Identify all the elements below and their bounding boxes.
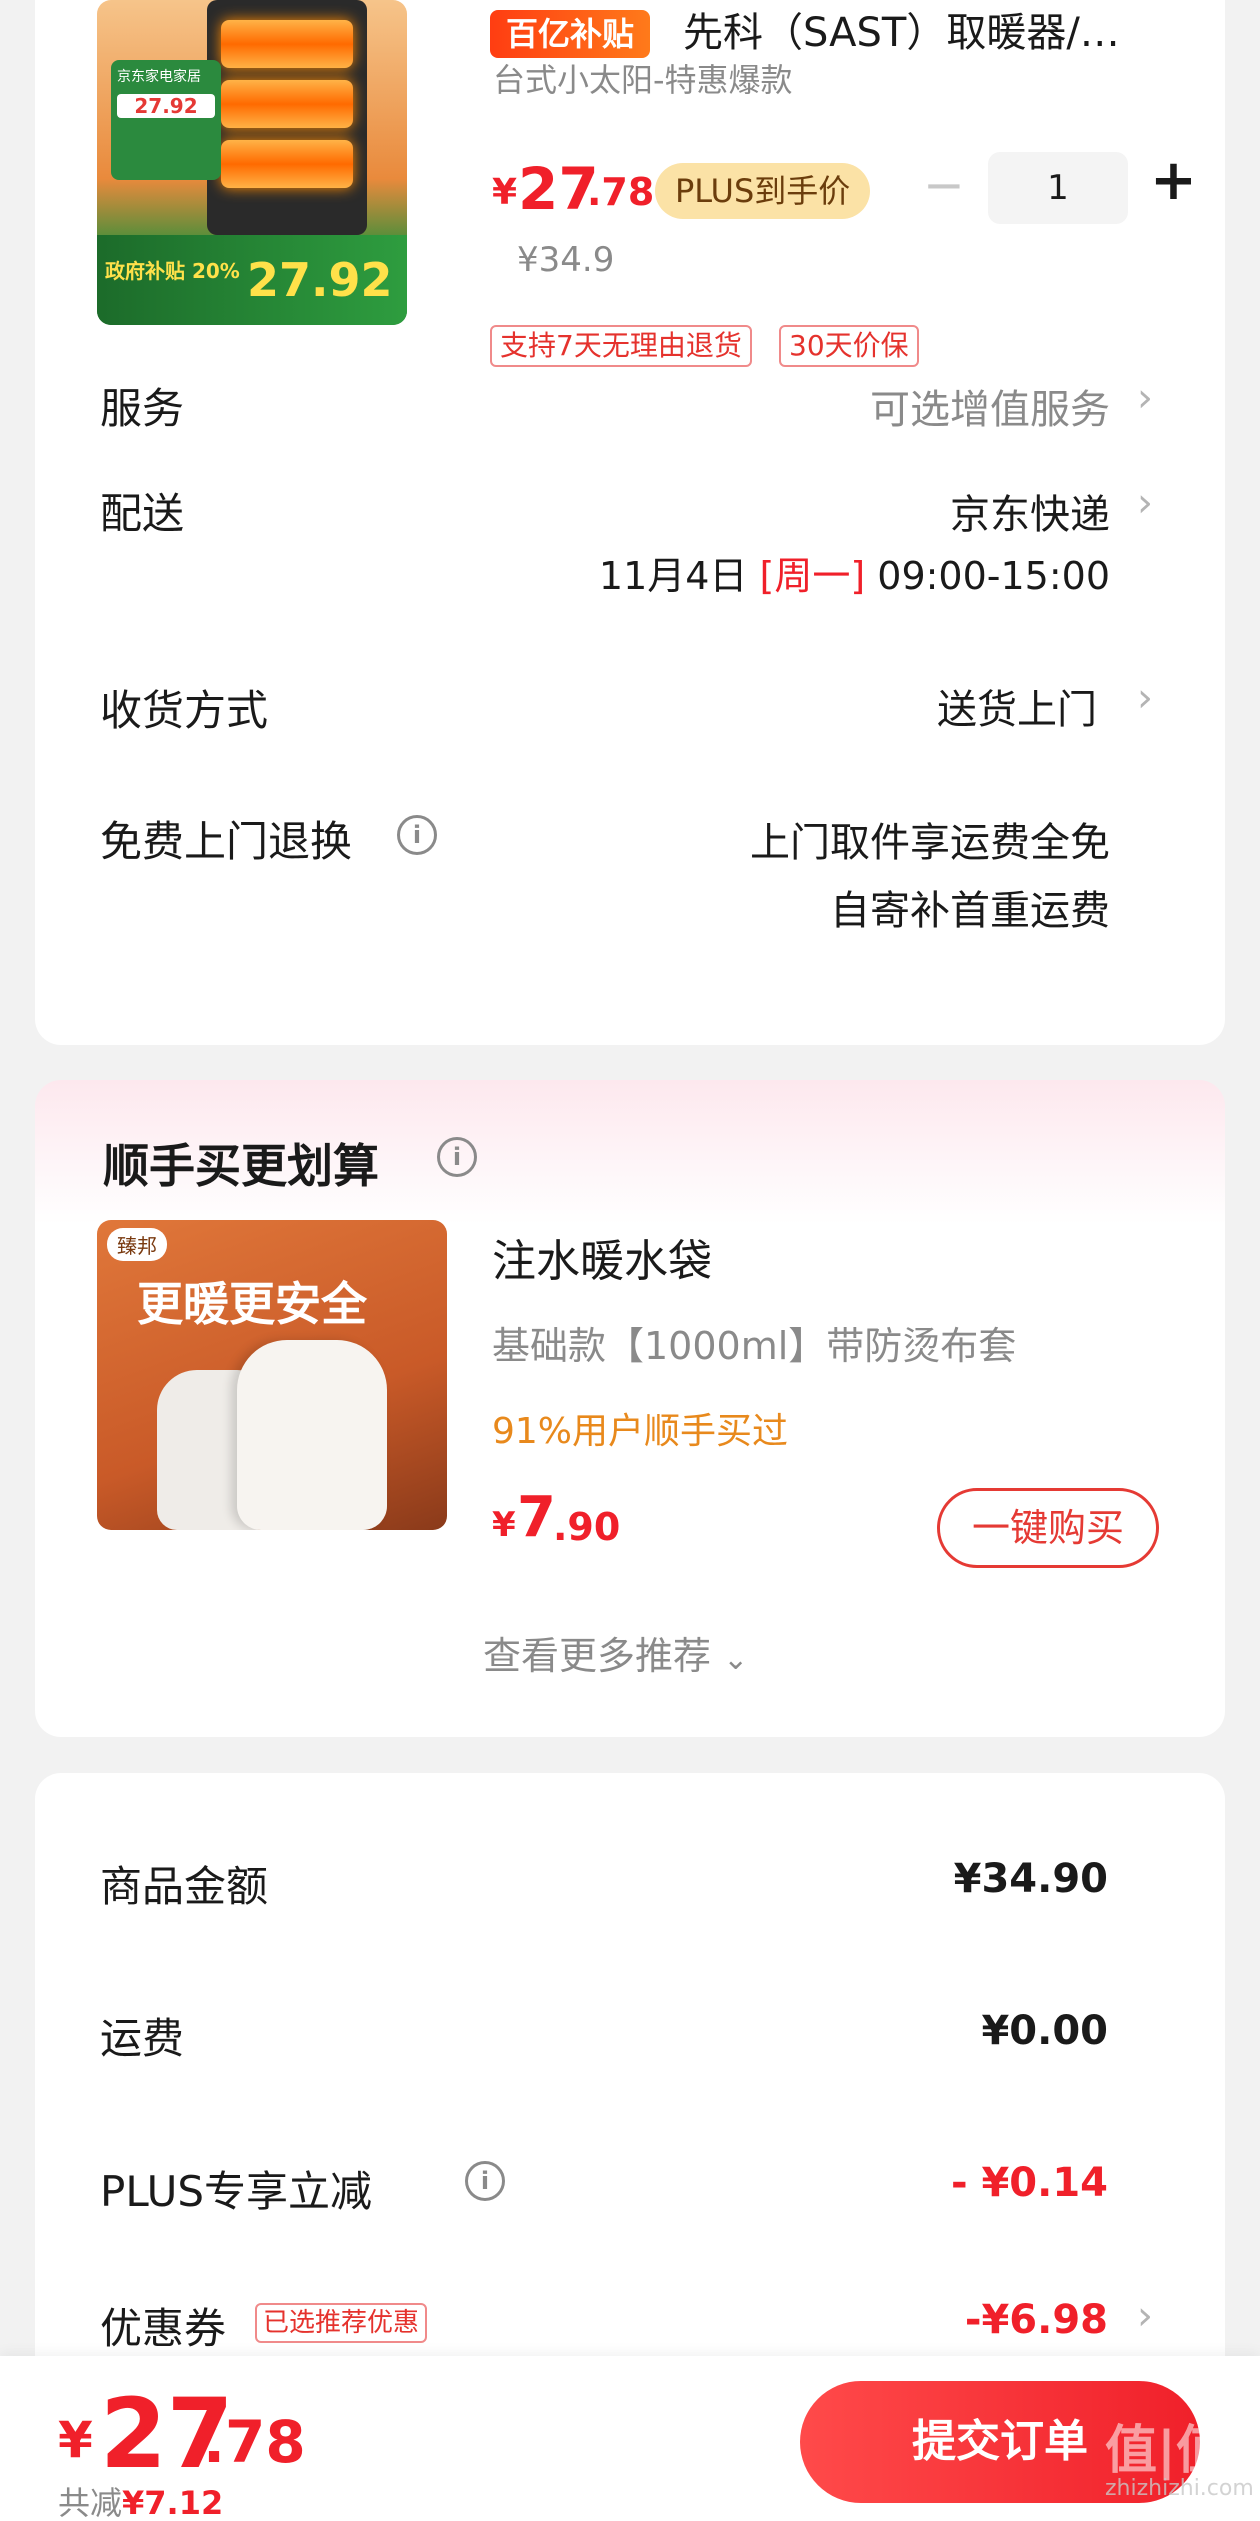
image-promo-price: 27.92	[117, 94, 215, 118]
plus-discount-value: - ¥0.14	[950, 2160, 1108, 2206]
reco-price-decimal: .90	[553, 1505, 621, 1549]
one-click-buy-button[interactable]: 一键购买	[937, 1488, 1159, 1568]
product-subtitle: 台式小太阳-特惠爆款	[493, 61, 793, 99]
chevron-down-icon: ⌄	[723, 1642, 749, 1677]
watermark-url: zhizhizhi.com	[1105, 2476, 1254, 2501]
free-return-line1: 上门取件享运费全免	[750, 820, 1110, 866]
plus-price-badge: PLUS到手价	[655, 163, 871, 219]
price-currency: ¥	[492, 172, 518, 213]
info-icon[interactable]: i	[397, 815, 437, 855]
total-savings: 共减¥7.12	[58, 2478, 223, 2521]
image-big-price: 27.92	[247, 253, 393, 307]
service-tag-return: 支持7天无理由退货	[490, 325, 752, 367]
delivery-chevron-icon[interactable]: ›	[1137, 480, 1153, 526]
delivery-value[interactable]: 京东快递	[950, 482, 1110, 540]
subsidy-badge: 百亿补贴	[490, 10, 651, 58]
quantity-input[interactable]: 1	[988, 152, 1128, 224]
receive-method-chevron-icon[interactable]: ›	[1137, 675, 1153, 721]
product-image-promo: 京东家电家居 27.92	[111, 60, 221, 180]
product-card: 京东家电家居 27.92 政府补贴 20% 27.92 百亿补贴 先科（SAST…	[35, 0, 1225, 1045]
reco-price-integer: 7	[517, 1485, 556, 1550]
total-decimal: .78	[203, 2408, 306, 2476]
total-currency: ¥	[58, 2411, 93, 2469]
recommendation-card: 顺手买更划算 i 臻邦 更暖更安全 注水暖水袋 基础款【1000ml】带防烫布套…	[35, 1080, 1225, 1737]
quantity-decrease-button[interactable]: −	[923, 156, 965, 214]
checkout-bar: ¥ 27 .78 共减¥7.12 提交订单 值|值|值 zhizhizhi.co…	[0, 2356, 1260, 2521]
coupon-selected-tag: 已选推荐优惠	[255, 2303, 428, 2343]
recommendation-stat: 91%用户顺手买过	[492, 1411, 789, 1452]
reco-image-slogan: 更暖更安全	[137, 1277, 367, 1331]
goods-amount-label: 商品金额	[100, 1862, 269, 1911]
price-decimal: .78	[587, 170, 655, 214]
watermark-logo: 值|值|值	[1105, 2421, 1260, 2481]
shipping-fee-label: 运费	[100, 2014, 185, 2063]
free-return-label: 免费上门退换	[100, 817, 353, 866]
shipping-fee-value: ¥0.00	[981, 2008, 1108, 2054]
service-tag-price-protect: 30天价保	[779, 325, 919, 367]
reco-price-currency: ¥	[492, 1505, 516, 1545]
coupon-value[interactable]: -¥6.98	[965, 2297, 1108, 2343]
delivery-weekday: [周一]	[759, 554, 866, 598]
coupon-chevron-icon[interactable]: ›	[1137, 2293, 1153, 2339]
reco-image-brand: 臻邦	[107, 1228, 167, 1261]
savings-value: ¥7.12	[122, 2484, 224, 2521]
image-brand-tag: 京东家电家居	[117, 69, 201, 85]
more-recommendations-label: 查看更多推荐	[483, 1634, 712, 1678]
info-icon[interactable]: i	[465, 2161, 505, 2201]
service-chevron-icon[interactable]: ›	[1137, 375, 1153, 421]
service-label: 服务	[100, 384, 185, 433]
recommendation-spec: 基础款【1000ml】带防烫布套	[492, 1324, 1017, 1368]
heater-picture	[207, 0, 367, 235]
recommendation-title: 顺手买更划算	[103, 1139, 379, 1193]
service-value[interactable]: 可选增值服务	[870, 377, 1110, 435]
delivery-date: 11月4日	[598, 554, 748, 598]
receive-method-label: 收货方式	[100, 686, 269, 735]
product-image-banner: 政府补贴 20% 27.92	[97, 235, 407, 325]
image-gov-text: 政府补贴 20%	[105, 259, 240, 283]
plus-discount-label: PLUS专享立减	[100, 2167, 373, 2216]
product-image[interactable]: 京东家电家居 27.92 政府补贴 20% 27.92	[97, 0, 407, 325]
receive-method-value[interactable]: 送货上门	[937, 677, 1097, 735]
recommendation-image[interactable]: 臻邦 更暖更安全	[97, 1220, 447, 1530]
delivery-label: 配送	[100, 489, 185, 538]
goods-amount-value: ¥34.90	[953, 1856, 1108, 1902]
original-price: ¥34.9	[517, 240, 615, 280]
delivery-schedule: 11月4日 [周一] 09:00-15:00	[599, 545, 1110, 600]
coupon-label: 优惠券	[100, 2304, 227, 2353]
free-return-line2: 自寄补首重运费	[830, 888, 1110, 934]
hot-water-bag-cover-picture	[237, 1340, 387, 1530]
savings-prefix: 共减	[58, 2484, 123, 2521]
delivery-time: 09:00-15:00	[877, 554, 1110, 598]
recommendation-name[interactable]: 注水暖水袋	[492, 1225, 712, 1289]
more-recommendations-link[interactable]: 查看更多推荐 ⌄	[483, 1625, 748, 1680]
quantity-increase-button[interactable]: +	[1150, 148, 1197, 213]
info-icon[interactable]: i	[437, 1137, 477, 1177]
product-title[interactable]: 先科（SAST）取暖器/…	[683, 0, 1120, 58]
